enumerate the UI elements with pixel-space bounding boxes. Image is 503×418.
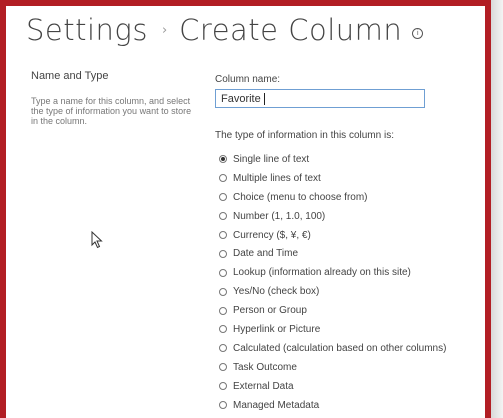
breadcrumb-separator-icon: › [161,22,168,38]
info-icon[interactable]: i [412,27,424,39]
radio-label[interactable]: Currency ($, ¥, €) [233,230,311,241]
radio-label[interactable]: Hyperlink or Picture [233,324,320,335]
radio-option[interactable]: Person or Group [219,301,446,320]
radio-option[interactable]: Managed Metadata [219,396,446,415]
radio-button[interactable] [219,401,227,410]
radio-button[interactable] [219,306,227,315]
radio-button[interactable] [219,363,227,372]
breadcrumb-settings[interactable]: Settings [26,13,148,47]
radio-option[interactable]: Calculated (calculation based on other c… [219,339,446,358]
radio-label[interactable]: Yes/No (check box) [233,286,319,297]
page-title-text: Create Column [179,13,403,47]
radio-button[interactable] [219,344,227,353]
radio-button[interactable] [219,325,227,334]
page-title: Settings › Create Column i [26,10,424,50]
section-description: Type a name for this column, and select … [31,96,192,126]
radio-label[interactable]: Task Outcome [233,362,297,373]
radio-label[interactable]: External Data [233,381,294,392]
radio-button[interactable] [219,174,227,183]
radio-option[interactable]: Lookup (information already on this site… [219,263,446,282]
radio-label[interactable]: Lookup (information already on this site… [233,267,411,278]
radio-option[interactable]: Yes/No (check box) [219,282,446,301]
radio-label[interactable]: Number (1, 1.0, 100) [233,211,325,222]
radio-option[interactable]: Multiple lines of text [219,169,446,188]
radio-button[interactable] [219,193,227,202]
column-name-label: Column name: [215,74,281,85]
radio-button[interactable] [219,249,227,258]
section-heading: Name and Type [31,70,109,82]
radio-label[interactable]: Multiple lines of text [233,173,321,184]
radio-option[interactable]: Single line of text [219,150,446,169]
radio-button[interactable] [219,231,227,239]
column-type-label: The type of information in this column i… [215,130,394,141]
mouse-pointer-icon [91,231,103,249]
radio-label[interactable]: Date and Time [233,248,298,259]
radio-option[interactable]: Currency ($, ¥, €) [219,226,446,245]
radio-option[interactable]: Date and Time [219,244,446,263]
radio-button[interactable] [219,287,227,296]
radio-label[interactable]: Choice (menu to choose from) [233,192,368,203]
radio-label[interactable]: Single line of text [233,154,309,165]
text-caret [264,93,265,105]
radio-button[interactable] [219,268,227,277]
radio-label[interactable]: Person or Group [233,305,307,316]
radio-option[interactable]: External Data [219,377,446,396]
radio-option[interactable]: Number (1, 1.0, 100) [219,207,446,226]
column-type-radio-group: Single line of text Multiple lines of te… [219,150,446,414]
radio-label[interactable]: Calculated (calculation based on other c… [233,343,446,354]
radio-option[interactable]: Choice (menu to choose from) [219,188,446,207]
window-shadow [491,0,503,418]
radio-label[interactable]: Managed Metadata [233,400,319,411]
radio-button[interactable] [219,212,227,221]
column-name-input[interactable] [215,89,425,108]
radio-button[interactable] [219,155,227,164]
radio-option[interactable]: Task Outcome [219,358,446,377]
radio-option[interactable]: Hyperlink or Picture [219,320,446,339]
radio-button[interactable] [219,382,227,391]
